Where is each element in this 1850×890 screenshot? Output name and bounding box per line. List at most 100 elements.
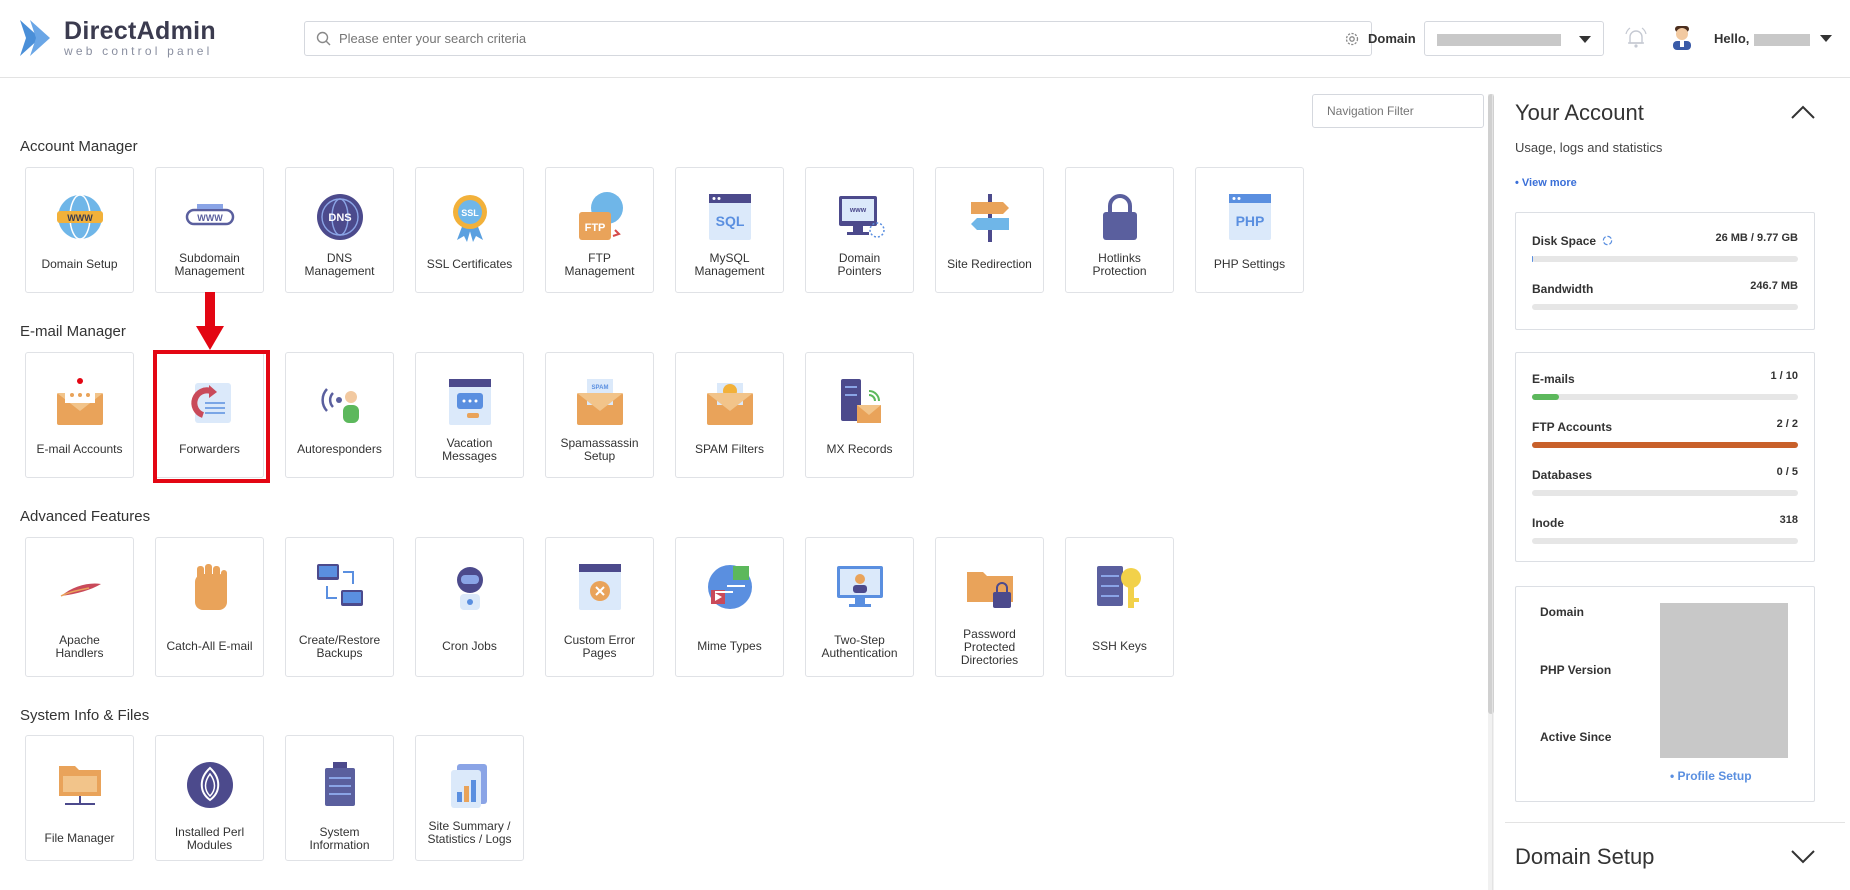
tile-installed-perl-modules[interactable]: Installed Perl Modules: [155, 735, 264, 861]
logo[interactable]: DirectAdmin web control panel: [18, 16, 216, 60]
tile-email-accounts[interactable]: E-mail Accounts: [25, 352, 134, 478]
chevron-up-icon[interactable]: [1790, 102, 1816, 122]
stat-disk-space: Disk Space 26 MB / 9.77 GB: [1532, 232, 1798, 262]
tile-domain-pointers[interactable]: www Domain Pointers: [805, 167, 914, 293]
stat-value: 0 / 5: [1776, 466, 1798, 478]
stat-bar: [1532, 538, 1798, 544]
tile-cron-jobs[interactable]: Cron Jobs: [415, 537, 524, 677]
stat-bar: [1532, 256, 1798, 262]
envelope-icon: [56, 378, 103, 425]
tile-label: FTP Management: [564, 251, 635, 278]
two-step-auth-icon: [836, 566, 883, 607]
tile-domain-setup[interactable]: WWW Domain Setup: [25, 167, 134, 293]
tile-subdomain-management[interactable]: WWW Subdomain Management: [155, 167, 264, 293]
domain-select[interactable]: [1424, 21, 1604, 56]
tile-label: System Information: [309, 825, 370, 852]
monitor-pointer-icon: www: [838, 196, 885, 238]
tile-dns-management[interactable]: DNS DNS Management: [285, 167, 394, 293]
refresh-icon[interactable]: [1602, 235, 1613, 246]
tile-vacation-messages[interactable]: Vacation Messages: [415, 352, 524, 478]
tile-spamassassin-setup[interactable]: SPAM Spamassassin Setup: [545, 352, 654, 478]
tile-label: File Manager: [44, 831, 115, 845]
tile-custom-error-pages[interactable]: Custom Error Pages: [545, 537, 654, 677]
global-search[interactable]: [304, 21, 1372, 56]
tile-catch-all-email[interactable]: Catch-All E-mail: [155, 537, 264, 677]
cron-robot-icon: [456, 567, 483, 610]
tile-mime-types[interactable]: Mime Types: [675, 537, 784, 677]
mx-server-icon: [840, 379, 881, 423]
main-scrollbar-thumb[interactable]: [1488, 94, 1494, 714]
stat-ftp-accounts: FTP Accounts 2 / 2: [1532, 418, 1798, 448]
folder-icon: [58, 766, 101, 805]
tile-create-restore-backups[interactable]: Create/Restore Backups: [285, 537, 394, 677]
ssh-key-icon: [1096, 566, 1141, 608]
tile-label: Create/Restore Backups: [298, 633, 381, 660]
perl-onion-icon: [186, 762, 233, 808]
svg-text:FTP: FTP: [584, 222, 605, 234]
advanced-features-grid: Apache Handlers Catch-All E-mail Create/…: [25, 537, 1195, 677]
ftp-folder-icon: FTP: [578, 192, 623, 240]
your-account-subtitle: Usage, logs and statistics: [1515, 140, 1663, 155]
tile-label: Catch-All E-mail: [166, 639, 253, 653]
redacted-account-info: [1660, 603, 1788, 758]
search-input[interactable]: [339, 31, 1343, 46]
tile-php-settings[interactable]: PHP PHP Settings: [1195, 167, 1304, 293]
tile-ssl-certificates[interactable]: SSL SSL Certificates: [415, 167, 524, 293]
section-title-account-manager: Account Manager: [20, 138, 138, 155]
stat-bar-fill: [1532, 256, 1533, 262]
tile-label: Hotlinks Protection: [1092, 251, 1147, 278]
svg-text:SPAM: SPAM: [591, 385, 608, 391]
tile-ssh-keys[interactable]: SSH Keys: [1065, 537, 1174, 677]
tile-label: E-mail Accounts: [36, 442, 123, 456]
tile-file-manager[interactable]: File Manager: [25, 735, 134, 861]
tile-label: Vacation Messages: [442, 436, 497, 463]
spam-filter-icon: [706, 383, 753, 425]
search-icon: [316, 31, 331, 45]
tile-site-summary-statistics-logs[interactable]: Site Summary / Statistics / Logs: [415, 735, 524, 861]
server-info-icon: [324, 762, 355, 806]
svg-text:SSL: SSL: [461, 208, 479, 218]
chevron-down-icon[interactable]: [1820, 35, 1832, 42]
tile-label: Site Summary / Statistics / Logs: [427, 819, 512, 846]
ssl-badge-icon: SSL: [452, 195, 487, 242]
tile-label: Domain Pointers: [837, 251, 882, 278]
section-title-advanced-features: Advanced Features: [20, 508, 151, 525]
navigation-filter-input[interactable]: [1312, 94, 1484, 128]
tile-label: Cron Jobs: [442, 639, 497, 653]
stat-value: 2 / 2: [1776, 418, 1798, 430]
avatar[interactable]: [1670, 24, 1694, 50]
stat-name: FTP Accounts: [1532, 420, 1613, 434]
tile-mx-records[interactable]: MX Records: [805, 352, 914, 478]
tile-two-step-authentication[interactable]: Two-Step Authentication: [805, 537, 914, 677]
bell-icon[interactable]: [1624, 26, 1648, 50]
account-manager-grid: WWW Domain Setup WWW Subdomain Managemen…: [25, 167, 1325, 293]
php-icon: PHP: [1228, 194, 1271, 240]
vacation-message-icon: [448, 379, 491, 425]
svg-text:WWW: WWW: [197, 213, 223, 223]
usage-card-2: E-mails 1 / 10 FTP Accounts 2 / 2 Databa…: [1515, 352, 1815, 562]
gear-icon[interactable]: [1343, 30, 1361, 48]
tile-mysql-management[interactable]: SQL MySQL Management: [675, 167, 784, 293]
catch-hand-icon: [194, 564, 227, 610]
tile-ftp-management[interactable]: FTP FTP Management: [545, 167, 654, 293]
domain-label: Domain: [1368, 31, 1416, 46]
tile-site-redirection[interactable]: Site Redirection: [935, 167, 1044, 293]
chevron-down-icon[interactable]: [1790, 846, 1816, 866]
tile-hotlinks-protection[interactable]: Hotlinks Protection: [1065, 167, 1174, 293]
stat-value: 246.7 MB: [1750, 280, 1798, 292]
section-title-email-manager: E-mail Manager: [20, 323, 126, 340]
tile-apache-handlers[interactable]: Apache Handlers: [25, 537, 134, 677]
tile-autoresponders[interactable]: Autoresponders: [285, 352, 394, 478]
tile-system-information[interactable]: System Information: [285, 735, 394, 861]
domain-setup-panel-title[interactable]: Domain Setup: [1515, 844, 1654, 870]
logo-title: DirectAdmin: [64, 17, 216, 45]
section-title-system-info-files: System Info & Files: [20, 707, 150, 724]
tile-label: Custom Error Pages: [563, 633, 636, 660]
tile-spam-filters[interactable]: SPAM Filters: [675, 352, 784, 478]
logo-subtitle: web control panel: [64, 44, 213, 58]
view-more-link[interactable]: • View more: [1515, 177, 1577, 189]
system-info-grid: File Manager Installed Perl Modules Syst…: [25, 735, 545, 861]
tile-label: MX Records: [826, 442, 893, 456]
profile-setup-link[interactable]: • Profile Setup: [1670, 769, 1752, 783]
tile-password-protected-directories[interactable]: Password Protected Directories: [935, 537, 1044, 677]
